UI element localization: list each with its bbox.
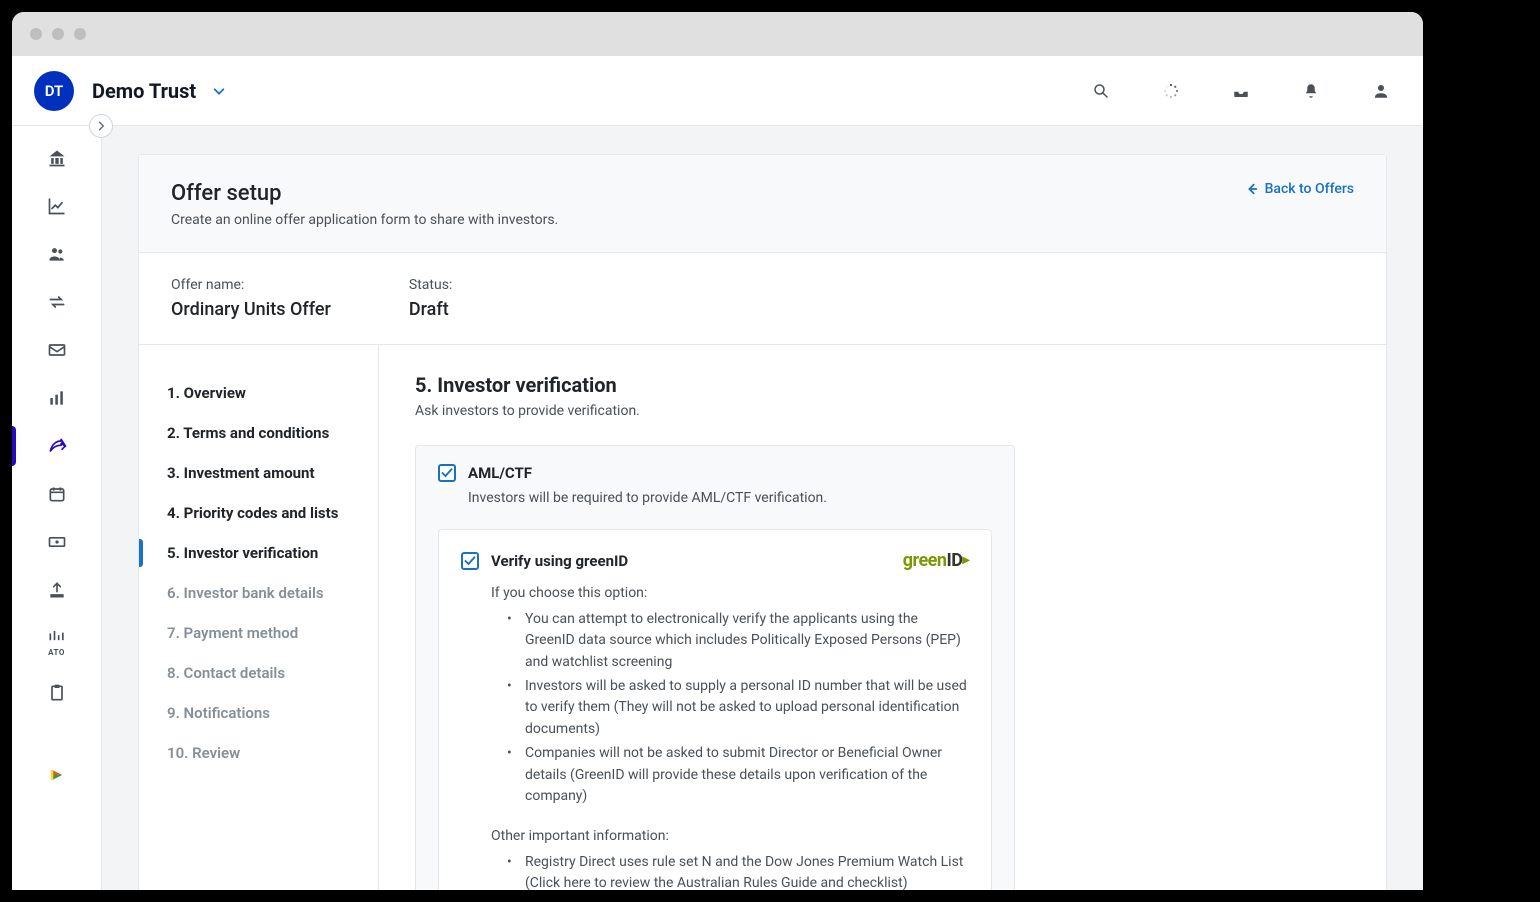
app-window: DT Demo Trust <box>12 12 1423 890</box>
icon-rail: ATO <box>12 126 102 890</box>
offer-status-label: Status: <box>409 277 452 293</box>
window-max-dot[interactable] <box>74 28 86 40</box>
greenid-bullet-1: You can attempt to electronically verify… <box>513 609 969 674</box>
loading-icon[interactable] <box>1161 81 1181 101</box>
workspace-name: Demo Trust <box>92 79 196 103</box>
step-priority-codes[interactable]: 4. Priority codes and lists <box>139 493 378 533</box>
nav-offers-icon[interactable] <box>45 434 69 458</box>
step-notifications[interactable]: 9. Notifications <box>139 693 378 733</box>
offer-name-block: Offer name: Ordinary Units Offer <box>171 277 331 320</box>
nav-ato-icon[interactable]: ATO <box>45 626 69 657</box>
greenid-logo-id: ID <box>947 550 963 571</box>
topbar: DT Demo Trust <box>12 56 1423 126</box>
step-bank-details[interactable]: 6. Investor bank details <box>139 573 378 613</box>
back-to-offers-link[interactable]: Back to Offers <box>1245 181 1354 197</box>
window-titlebar <box>12 12 1423 56</box>
workspace-switcher[interactable]: Demo Trust <box>92 79 226 103</box>
aml-option-card: AML/CTF Investors will be required to pr… <box>415 445 1015 890</box>
window-min-dot[interactable] <box>52 28 64 40</box>
page-subtitle: Create an online offer application form … <box>171 212 558 228</box>
section-subtitle: Ask investors to provide verification. <box>415 403 1348 419</box>
nav-upload-icon[interactable] <box>45 578 69 602</box>
nav-clipboard-icon[interactable] <box>45 681 69 705</box>
greenid-logo-green: green <box>903 550 947 571</box>
greenid-card: Verify using greenID greenID▸ If you cho… <box>438 529 992 890</box>
step-nav: 1. Overview 2. Terms and conditions 3. I… <box>139 345 379 890</box>
step-body: 5. Investor verification Ask investors t… <box>379 345 1386 890</box>
aml-title: AML/CTF <box>468 464 532 482</box>
offer-meta: Offer name: Ordinary Units Offer Status:… <box>139 253 1386 345</box>
arrow-left-icon <box>1245 182 1259 196</box>
section-title: 5. Investor verification <box>415 373 1348 397</box>
chevron-down-icon <box>212 84 226 98</box>
page-card: Offer setup Create an online offer appli… <box>138 154 1387 890</box>
aml-checkbox[interactable] <box>438 464 456 482</box>
page-header: Offer setup Create an online offer appli… <box>139 155 1386 253</box>
greenid-logo: greenID▸ <box>903 550 969 571</box>
topbar-actions <box>1091 81 1391 101</box>
greenid-bullet-2: Investors will be asked to supply a pers… <box>513 676 969 741</box>
main-content: Offer setup Create an online offer appli… <box>102 126 1423 890</box>
offer-name-label: Offer name: <box>171 277 331 293</box>
greenid-bullet-3: Companies will not be asked to submit Di… <box>513 743 969 808</box>
nav-payments-icon[interactable] <box>45 530 69 554</box>
content-row: 1. Overview 2. Terms and conditions 3. I… <box>139 345 1386 890</box>
nav-mail-icon[interactable] <box>45 338 69 362</box>
step-contact-details[interactable]: 8. Contact details <box>139 653 378 693</box>
step-terms[interactable]: 2. Terms and conditions <box>139 413 378 453</box>
nav-users-icon[interactable] <box>45 242 69 266</box>
greenid-checkbox[interactable] <box>461 552 479 570</box>
nav-chart-icon[interactable] <box>45 194 69 218</box>
offer-status-value: Draft <box>409 299 452 320</box>
page-title: Offer setup <box>171 181 558 206</box>
search-icon[interactable] <box>1091 81 1111 101</box>
step-investment-amount[interactable]: 3. Investment amount <box>139 453 378 493</box>
nav-reports-icon[interactable] <box>45 386 69 410</box>
nav-bank-icon[interactable] <box>45 146 69 170</box>
back-to-offers-label: Back to Offers <box>1265 181 1354 197</box>
greenid-badge-icon: ▸ <box>962 552 969 568</box>
greenid-other-heading: Other important information: <box>491 826 969 848</box>
step-review[interactable]: 10. Review <box>139 733 378 773</box>
aml-desc: Investors will be required to provide AM… <box>468 488 992 509</box>
workspace-avatar[interactable]: DT <box>34 71 74 111</box>
greenid-intro: If you choose this option: <box>491 583 969 605</box>
user-icon[interactable] <box>1371 81 1391 101</box>
step-overview[interactable]: 1. Overview <box>139 373 378 413</box>
step-investor-verification[interactable]: 5. Investor verification <box>139 533 378 573</box>
greenid-info: If you choose this option: You can attem… <box>491 583 969 890</box>
offer-status-block: Status: Draft <box>409 277 452 320</box>
bell-icon[interactable] <box>1301 81 1321 101</box>
greenid-other-1: Registry Direct uses rule set N and the … <box>513 852 969 890</box>
window-close-dot[interactable] <box>30 28 42 40</box>
check-icon <box>464 556 476 566</box>
check-icon <box>441 468 453 478</box>
nav-calendar-icon[interactable] <box>45 482 69 506</box>
app-logo-icon[interactable] <box>45 763 69 787</box>
step-payment-method[interactable]: 7. Payment method <box>139 613 378 653</box>
offer-name-value: Ordinary Units Offer <box>171 299 331 320</box>
rail-expand-button[interactable] <box>89 114 113 138</box>
inbox-icon[interactable] <box>1231 81 1251 101</box>
nav-transfers-icon[interactable] <box>45 290 69 314</box>
greenid-title: Verify using greenID <box>491 552 628 570</box>
